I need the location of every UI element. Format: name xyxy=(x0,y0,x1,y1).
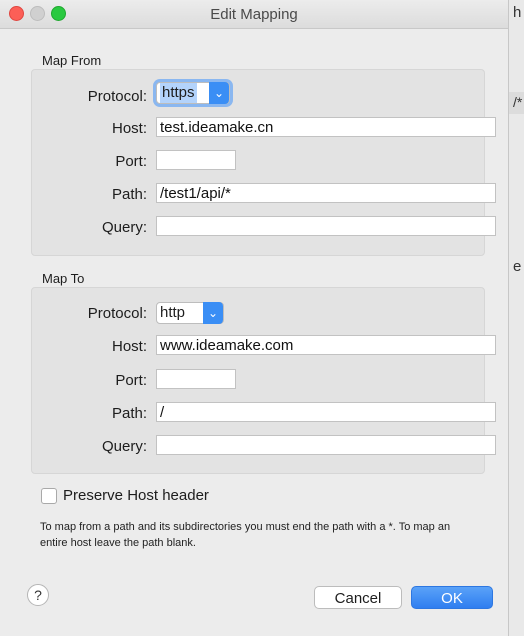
map-from-protocol-select[interactable]: https ⌄ xyxy=(156,82,230,104)
chevron-down-icon: ⌄ xyxy=(203,302,223,324)
query-label: Query: xyxy=(101,219,147,236)
help-text: To map from a path and its subdirectorie… xyxy=(40,521,451,549)
path-label: Path: xyxy=(111,186,147,203)
protocol-label: Protocol: xyxy=(87,305,147,322)
map-from-group: Protocol: https ⌄ Host: test.ideamake.cn… xyxy=(31,69,496,256)
background-text-fragment: e xyxy=(513,258,522,275)
protocol-label: Protocol: xyxy=(87,88,147,105)
protocol-value: http xyxy=(160,304,186,321)
map-from-query-field[interactable] xyxy=(156,216,496,236)
cancel-button[interactable]: Cancel xyxy=(314,586,402,609)
edit-mapping-dialog: Edit Mapping Map From Protocol: https ⌄ … xyxy=(0,0,509,636)
ok-button[interactable]: OK xyxy=(411,586,493,609)
map-from-label: Map From xyxy=(42,53,102,68)
title-bar: Edit Mapping xyxy=(0,0,508,29)
map-from-host-field[interactable]: test.ideamake.cn xyxy=(156,117,496,137)
window-title: Edit Mapping xyxy=(210,6,298,23)
query-label: Query: xyxy=(101,438,147,455)
background-text-fragment: /* xyxy=(513,94,523,110)
map-to-group: Protocol: http ⌄ Host: www.ideamake.com … xyxy=(31,287,496,474)
map-from-path-field[interactable]: /test1/api/* xyxy=(156,183,496,203)
map-to-label: Map To xyxy=(42,271,85,286)
protocol-value: https xyxy=(160,83,197,103)
port-label: Port: xyxy=(115,153,147,170)
map-to-host-field[interactable]: www.ideamake.com xyxy=(156,335,496,355)
help-button[interactable]: ? xyxy=(27,584,49,606)
map-to-path-field[interactable]: / xyxy=(156,402,496,422)
background-text-fragment: h xyxy=(513,4,522,21)
map-to-protocol-select[interactable]: http ⌄ xyxy=(156,302,224,324)
host-label: Host: xyxy=(111,338,147,355)
host-label: Host: xyxy=(111,120,147,137)
background-app-strip: h /* e xyxy=(508,0,524,636)
preserve-host-label[interactable]: Preserve Host header xyxy=(63,487,209,504)
map-to-query-field[interactable] xyxy=(156,435,496,455)
path-label: Path: xyxy=(111,405,147,422)
preserve-host-checkbox[interactable] xyxy=(41,488,57,504)
chevron-down-icon: ⌄ xyxy=(209,82,229,104)
map-from-port-field[interactable] xyxy=(156,150,236,170)
port-label: Port: xyxy=(115,372,147,389)
map-to-port-field[interactable] xyxy=(156,369,236,389)
